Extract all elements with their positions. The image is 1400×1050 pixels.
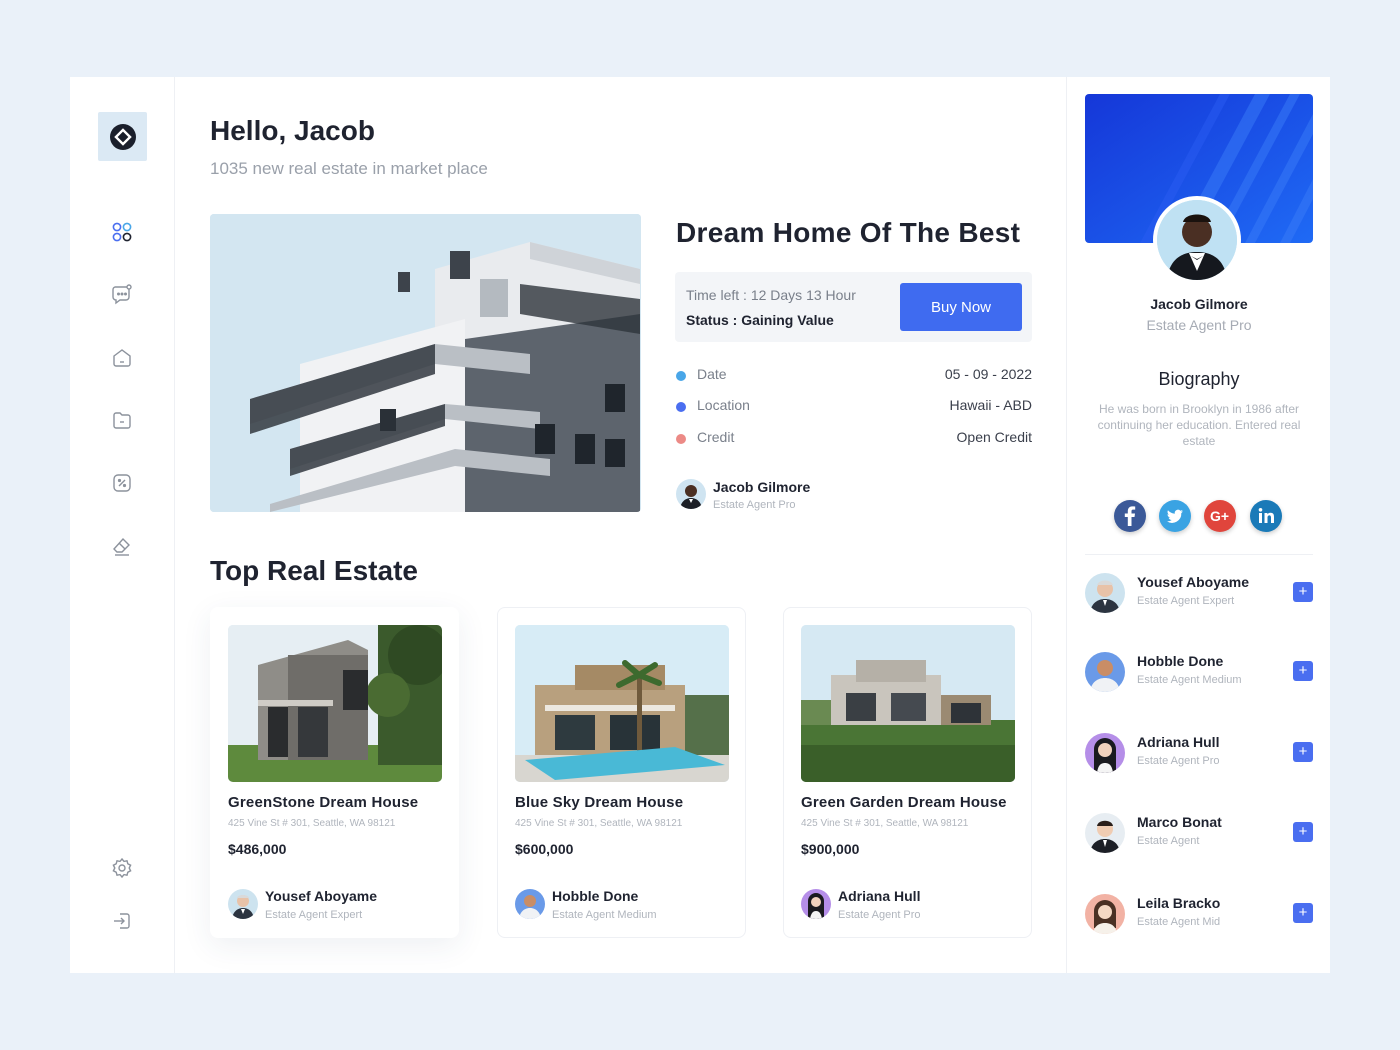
- listing-title[interactable]: GreenStone Dream House: [228, 794, 418, 811]
- add-agent-button[interactable]: +: [1293, 903, 1313, 923]
- listing-image: [515, 625, 729, 782]
- agent-list-item[interactable]: Adriana Hull Estate Agent Pro +: [1085, 731, 1313, 775]
- home-icon[interactable]: [110, 345, 134, 369]
- agent-name: Adriana Hull: [1137, 734, 1220, 750]
- listing-card[interactable]: Green Garden Dream House 425 Vine St # 3…: [783, 607, 1032, 938]
- dashboard-icon[interactable]: [110, 220, 134, 244]
- avatar: [515, 889, 545, 919]
- detail-value: Open Credit: [956, 429, 1032, 445]
- time-left: Time left : 12 Days 13 Hour: [686, 287, 856, 303]
- buy-now-button[interactable]: Buy Now: [900, 283, 1022, 331]
- detail-value: 05 - 09 - 2022: [944, 366, 1032, 382]
- linkedin-icon[interactable]: [1250, 500, 1282, 532]
- discount-icon[interactable]: [110, 471, 134, 495]
- right-panel: Jacob Gilmore Estate Agent Pro Biography…: [1066, 77, 1330, 973]
- folder-icon[interactable]: [110, 408, 134, 432]
- listing-address: 425 Vine St # 301, Seattle, WA 98121: [228, 818, 396, 829]
- status-text: Status : Gaining Value: [686, 312, 834, 328]
- agent-role: Estate Agent: [1137, 835, 1200, 847]
- biography-title: Biography: [1158, 369, 1240, 389]
- listing-card[interactable]: GreenStone Dream House 425 Vine St # 301…: [210, 607, 459, 938]
- agent-role: Estate Agent Pro: [713, 499, 796, 511]
- agent-role: Estate Agent Pro: [838, 909, 921, 921]
- detail-label: Date: [697, 366, 727, 382]
- avatar: [228, 889, 258, 919]
- agent-name: Yousef Aboyame: [265, 888, 378, 904]
- listing-price: $900,000: [801, 841, 860, 857]
- agent-name: Adriana Hull: [838, 888, 921, 904]
- twitter-icon[interactable]: [1159, 500, 1191, 532]
- facebook-icon[interactable]: [1114, 500, 1146, 532]
- sidebar: [70, 77, 175, 973]
- add-agent-button[interactable]: +: [1293, 582, 1313, 602]
- biography-text: He was born in Brooklyn in 1986 after co…: [1097, 402, 1301, 448]
- add-agent-button[interactable]: +: [1293, 742, 1313, 762]
- profile-avatar[interactable]: [1153, 196, 1241, 284]
- location-dot: [676, 402, 686, 412]
- agent-list-item[interactable]: Yousef Aboyame Estate Agent Expert +: [1085, 571, 1313, 615]
- agent-role: Estate Agent Medium: [1137, 674, 1242, 686]
- avatar: [801, 889, 831, 919]
- logo-icon: [109, 123, 136, 150]
- detail-row-date: Date 05 - 09 - 2022: [676, 366, 1032, 386]
- listing-image: [801, 625, 1015, 782]
- add-agent-button[interactable]: +: [1293, 822, 1313, 842]
- agent-role: Estate Agent Mid: [1137, 916, 1221, 928]
- agent-name: Leila Bracko: [1137, 895, 1221, 911]
- avatar: [1085, 573, 1125, 613]
- agent-role: Estate Agent Medium: [552, 909, 657, 921]
- app-frame: Hello, Jacob 1035 new real estate in mar…: [70, 77, 1330, 973]
- listing-price: $600,000: [515, 841, 574, 857]
- eraser-icon[interactable]: [110, 534, 134, 558]
- avatar: [676, 479, 706, 509]
- listing-image: [228, 625, 442, 782]
- avatar: [1085, 733, 1125, 773]
- google-plus-icon[interactable]: G+: [1204, 500, 1236, 532]
- add-agent-button[interactable]: +: [1293, 661, 1313, 681]
- detail-label: Credit: [697, 429, 735, 445]
- featured-title: Dream Home Of The Best: [676, 217, 1021, 248]
- featured-property-image[interactable]: [210, 214, 641, 512]
- listing-title[interactable]: Blue Sky Dream House: [515, 794, 683, 811]
- listing-address: 425 Vine St # 301, Seattle, WA 98121: [801, 818, 969, 829]
- avatar: [1085, 652, 1125, 692]
- detail-row-location: Location Hawaii - ABD: [676, 397, 1032, 417]
- agent-list-item[interactable]: Leila Bracko Estate Agent Mid +: [1085, 892, 1313, 936]
- agent-name: Hobble Done: [552, 888, 639, 904]
- agent-role: Estate Agent Expert: [265, 909, 363, 921]
- greeting-title: Hello, Jacob: [210, 115, 375, 146]
- app-logo[interactable]: [98, 112, 147, 161]
- settings-icon[interactable]: [110, 856, 134, 880]
- agent-name: Hobble Done: [1137, 653, 1224, 669]
- date-dot: [676, 371, 686, 381]
- divider: [1085, 554, 1313, 555]
- agent-name: Yousef Aboyame: [1137, 574, 1250, 590]
- detail-row-credit: Credit Open Credit: [676, 429, 1032, 449]
- svg-text:G+: G+: [1210, 508, 1229, 524]
- listing-card[interactable]: Blue Sky Dream House 425 Vine St # 301, …: [497, 607, 746, 938]
- agent-list-item[interactable]: Marco Bonat Estate Agent +: [1085, 811, 1313, 855]
- section-title-top-real-estate: Top Real Estate: [210, 555, 418, 586]
- profile-role: Estate Agent Pro: [1146, 317, 1252, 333]
- agent-list-item[interactable]: Hobble Done Estate Agent Medium +: [1085, 650, 1313, 694]
- logout-icon[interactable]: [110, 909, 134, 933]
- detail-value: Hawaii - ABD: [949, 397, 1032, 413]
- avatar: [1085, 894, 1125, 934]
- agent-name: Jacob Gilmore: [713, 479, 811, 495]
- avatar: [1085, 813, 1125, 853]
- detail-label: Location: [697, 397, 750, 413]
- profile-name: Jacob Gilmore: [1150, 296, 1248, 312]
- auction-status-panel: Time left : 12 Days 13 Hour Status : Gai…: [675, 272, 1032, 342]
- greeting-subtitle: 1035 new real estate in market place: [210, 159, 488, 178]
- messages-icon[interactable]: [110, 282, 134, 306]
- agent-role: Estate Agent Pro: [1137, 755, 1220, 767]
- listing-price: $486,000: [228, 841, 287, 857]
- agent-role: Estate Agent Expert: [1137, 595, 1235, 607]
- listing-address: 425 Vine St # 301, Seattle, WA 98121: [515, 818, 683, 829]
- agent-name: Marco Bonat: [1137, 814, 1222, 830]
- credit-dot: [676, 434, 686, 444]
- listing-title[interactable]: Green Garden Dream House: [801, 794, 1007, 811]
